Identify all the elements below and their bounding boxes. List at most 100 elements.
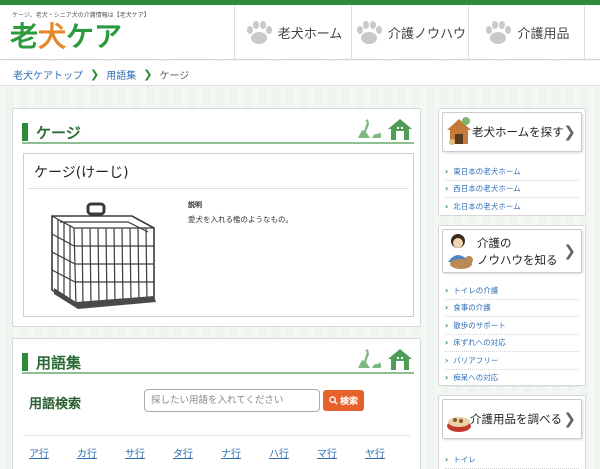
search-button-label: 検索 (339, 397, 358, 407)
chevron-right-icon: › (445, 320, 449, 330)
term-title: ケージ(けーじ) (34, 165, 129, 181)
kana-link-sa[interactable]: サ行 (125, 445, 173, 460)
breadcrumb-link-glossary[interactable]: 用語集 (106, 67, 136, 82)
logo-text-2: 犬 (38, 20, 67, 53)
kana-link-ka[interactable]: カ行 (77, 445, 125, 460)
explanation-text: 愛犬を入れる檻のようなもの。 (188, 215, 293, 224)
logo-text-3: ケア (66, 20, 123, 53)
kana-link-na[interactable]: ナ行 (221, 445, 269, 460)
section-title: ケージ (36, 124, 81, 142)
dog-house-icon (358, 119, 412, 140)
kana-link-ta[interactable]: タ行 (173, 445, 221, 460)
list-item[interactable]: › トイレの介護 (445, 282, 579, 300)
term-search-input[interactable] (144, 389, 320, 412)
glossary-card: 用語集 用語検索 検索 ア行 カ行 サ行 タ行 ナ行 ハ行 マ行 ヤ行 (12, 338, 421, 469)
chevron-right-icon: › (445, 338, 449, 348)
list-item[interactable]: › 北日本の老犬ホーム (445, 198, 579, 216)
sidebar-link[interactable]: トイレ (453, 454, 476, 465)
breadcrumb-link-top[interactable]: 老犬ケアトップ (13, 67, 83, 82)
search-button[interactable]: 検索 (323, 390, 364, 411)
list-item[interactable]: › バリアフリー (445, 352, 579, 370)
site-header: ケージ、老犬・シニア犬の介護情報は【老犬ケア】 老犬ケア 老犬ホーム 介護ノウハ… (0, 5, 600, 60)
term-detail-box: ケージ(けーじ) 説明 愛犬を入れる檻のようなもの。 (23, 153, 414, 317)
paw-icon (486, 20, 512, 44)
list-item[interactable]: › 痴呆への対応 (445, 370, 579, 387)
chevron-right-icon: › (445, 285, 449, 295)
nav-item-dog-home[interactable]: 老犬ホーム (234, 5, 351, 60)
sidebar-dog-home: 老犬ホームを探す ❯ › 東日本の老犬ホーム › 西日本の老犬ホーム › 北日本の老犬… (438, 108, 586, 216)
sidebar-heading-dog-home[interactable]: 老犬ホームを探す ❯ (442, 112, 582, 152)
paw-icon (246, 20, 272, 44)
supplies-icon (447, 417, 471, 432)
sidebar-care-knowhow: 介護の ノウハウを知る ❯ › トイレの介護 › 食事の介護 › 散歩のサポート › 床… (438, 225, 586, 387)
sidebar-heading-text: 介護用品を調べる (470, 412, 562, 426)
dog-crate-image (51, 202, 156, 309)
sidebar-heading-care-supplies[interactable]: 介護用品を調べる ❯ (442, 399, 582, 439)
nav-label: 介護用品 (517, 27, 570, 42)
section-title: 用語集 (36, 354, 82, 372)
divider (23, 435, 410, 436)
caregiver-icon (448, 234, 473, 269)
section-heading: 用語集 (22, 349, 414, 374)
nav-item-care-supplies[interactable]: 介護用品 (468, 5, 585, 60)
chevron-right-icon: › (445, 355, 449, 365)
chevron-right-icon: › (445, 454, 449, 464)
sidebar-link[interactable]: 食事の介護 (453, 302, 491, 313)
section-heading: ケージ (22, 119, 414, 144)
sidebar-link-list: › トイレの介護 › 食事の介護 › 散歩のサポート › 床ずれへの対応 › バリアフリー… (439, 282, 585, 387)
sidebar-heading-line2: ノウハウを知る (477, 253, 558, 267)
list-item[interactable]: › 東日本の老犬ホーム (445, 163, 579, 181)
dog-house-icon (358, 349, 412, 370)
heading-bar (22, 123, 28, 141)
sidebar-link-list: › トイレ (439, 451, 585, 469)
nav-label: 老犬ホーム (277, 27, 343, 42)
chevron-right-icon: ❯ (563, 123, 576, 141)
chevron-right-icon: ❯ (563, 242, 576, 260)
nav-item-care-knowhow[interactable]: 介護ノウハウ (351, 5, 468, 60)
paw-icon (356, 20, 382, 44)
chevron-right-icon: › (445, 303, 449, 313)
chevron-right-icon: › (445, 184, 449, 194)
kana-index-row: ア行 カ行 サ行 タ行 ナ行 ハ行 マ行 ヤ行 (29, 445, 413, 460)
search-icon (329, 396, 338, 405)
divider (28, 188, 409, 189)
global-nav: 老犬ホーム 介護ノウハウ 介護用品 (234, 5, 585, 60)
list-item[interactable]: › トイレ (445, 451, 579, 469)
sidebar-link[interactable]: 西日本の老犬ホーム (453, 183, 520, 194)
sidebar-link[interactable]: 北日本の老犬ホーム (453, 201, 520, 212)
kana-link-ya[interactable]: ヤ行 (365, 445, 413, 460)
term-card: ケージ ケージ(けーじ) 説明 愛犬を入れる檻のようなもの。 (12, 108, 421, 327)
list-item[interactable]: › 散歩のサポート (445, 317, 579, 335)
chevron-right-icon: ❯ (563, 410, 576, 428)
chevron-right-icon: ❯ (90, 68, 100, 81)
sidebar-link[interactable]: 痴呆への対応 (453, 372, 498, 383)
kana-link-ma[interactable]: マ行 (317, 445, 365, 460)
sidebar-link[interactable]: 散歩のサポート (453, 320, 506, 331)
list-item[interactable]: › 食事の介護 (445, 300, 579, 317)
term-search-label: 用語検索 (29, 397, 82, 412)
logo-text-1: 老 (10, 20, 39, 53)
sidebar-link[interactable]: 床ずれへの対応 (453, 337, 506, 348)
list-item[interactable]: › 西日本の老犬ホーム (445, 181, 579, 198)
chevron-right-icon: › (445, 373, 449, 383)
list-item[interactable]: › 床ずれへの対応 (445, 335, 579, 352)
sidebar-care-supplies: 介護用品を調べる ❯ › トイレ (438, 395, 586, 469)
sidebar-link[interactable]: 東日本の老犬ホーム (453, 166, 520, 177)
chevron-right-icon: › (445, 166, 449, 176)
heading-bar (22, 353, 28, 371)
kana-link-a[interactable]: ア行 (29, 445, 77, 460)
chevron-right-icon: › (445, 201, 449, 211)
sidebar-link[interactable]: バリアフリー (453, 355, 498, 366)
kana-link-ha[interactable]: ハ行 (269, 445, 317, 460)
breadcrumb-bar: 老犬ケアトップ ❯ 用語集 ❯ ケージ (0, 61, 600, 86)
sidebar-link-list: › 東日本の老犬ホーム › 西日本の老犬ホーム › 北日本の老犬ホーム (439, 163, 585, 216)
breadcrumb-current: ケージ (159, 71, 190, 82)
sidebar-heading-text: 老犬ホームを探す (472, 125, 564, 139)
breadcrumb: 老犬ケアトップ ❯ 用語集 ❯ ケージ (13, 67, 189, 82)
sidebar-link[interactable]: トイレの介護 (453, 285, 498, 296)
site-logo[interactable]: 老犬ケア (10, 22, 122, 52)
chevron-right-icon: ❯ (143, 68, 153, 81)
dog-home-icon (447, 117, 471, 145)
sidebar-heading-care-knowhow[interactable]: 介護の ノウハウを知る ❯ (442, 229, 582, 273)
sidebar-heading-line1: 介護の (477, 236, 512, 250)
